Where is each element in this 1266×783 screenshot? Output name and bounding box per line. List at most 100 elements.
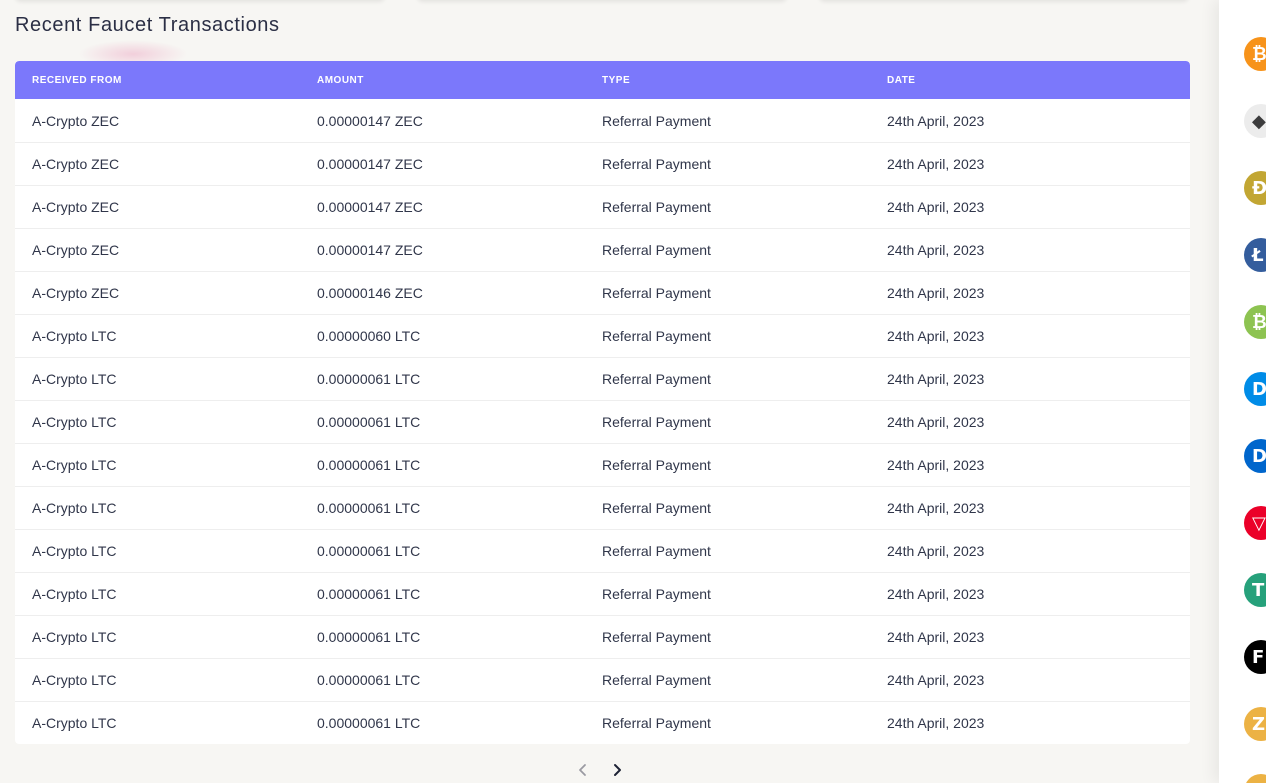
litecoin-icon[interactable]: Ł (1244, 238, 1266, 272)
cell-received-from: A-Crypto LTC (32, 457, 117, 473)
cell-amount: 0.00000061 LTC (317, 414, 421, 430)
pagination (575, 760, 625, 780)
cell-amount: 0.00000146 ZEC (317, 285, 423, 301)
cell-date: 24th April, 2023 (887, 715, 985, 731)
cell-amount: 0.00000147 ZEC (317, 242, 423, 258)
cell-received-from: A-Crypto LTC (32, 586, 117, 602)
table-row: A-Crypto ZEC 0.00000147 ZEC Referral Payme… (15, 228, 1190, 271)
cell-type: Referral Payment (602, 285, 711, 301)
cell-date: 24th April, 2023 (887, 285, 985, 301)
cell-date: 24th April, 2023 (887, 242, 985, 258)
table-row: A-Crypto LTC 0.00000061 LTC Referral Payme… (15, 529, 1190, 572)
table-row: A-Crypto ZEC 0.00000147 ZEC Referral Payme… (15, 99, 1190, 142)
cell-type: Referral Payment (602, 543, 711, 559)
cell-amount: 0.00000061 LTC (317, 629, 421, 645)
bitcoin-cash-icon[interactable]: ₿ (1244, 305, 1266, 339)
table-row: A-Crypto LTC 0.00000061 LTC Referral Payme… (15, 658, 1190, 701)
cell-type: Referral Payment (602, 629, 711, 645)
transactions-table: RECEIVED FROM AMOUNT TYPE DATE A-Crypto … (15, 61, 1190, 744)
chevron-left-icon (579, 764, 586, 776)
table-row: A-Crypto ZEC 0.00000147 ZEC Referral Payme… (15, 142, 1190, 185)
table-row: A-Crypto LTC 0.00000061 LTC Referral Payme… (15, 357, 1190, 400)
cell-amount: 0.00000147 ZEC (317, 199, 423, 215)
cell-received-from: A-Crypto LTC (32, 629, 117, 645)
cell-amount: 0.00000060 LTC (317, 328, 421, 344)
chevron-right-icon (614, 764, 621, 776)
cell-type: Referral Payment (602, 328, 711, 344)
zcash-icon[interactable]: Z (1244, 707, 1266, 741)
cell-received-from: A-Crypto LTC (32, 500, 117, 516)
column-header-received-from: RECEIVED FROM (32, 74, 122, 86)
cell-received-from: A-Crypto ZEC (32, 285, 120, 301)
dogecoin-icon[interactable]: Ð (1244, 171, 1266, 205)
cell-amount: 0.00000147 ZEC (317, 156, 423, 172)
table-body: A-Crypto ZEC 0.00000147 ZEC Referral Payme… (15, 99, 1190, 744)
cell-date: 24th April, 2023 (887, 112, 985, 129)
cell-date: 24th April, 2023 (887, 586, 985, 602)
table-row: A-Crypto ZEC 0.00000146 ZEC Referral Payme… (15, 271, 1190, 314)
cell-received-from: A-Crypto ZEC (32, 156, 120, 172)
cell-type: Referral Payment (602, 199, 711, 215)
table-row: A-Crypto LTC 0.00000061 LTC Referral Payme… (15, 400, 1190, 443)
cell-type: Referral Payment (602, 715, 711, 731)
cell-received-from: A-Crypto ZEC (32, 112, 120, 129)
cell-received-from: A-Crypto LTC (32, 715, 117, 731)
table-row: A-Crypto ZEC 0.00000147 ZEC Referral Payme… (15, 185, 1190, 228)
cell-received-from: A-Crypto LTC (32, 371, 117, 387)
cell-amount: 0.00000061 LTC (317, 500, 421, 516)
dash-icon[interactable]: D (1244, 372, 1266, 406)
cell-date: 24th April, 2023 (887, 199, 985, 215)
table-row: A-Crypto LTC 0.00000061 LTC Referral Payme… (15, 443, 1190, 486)
cell-date: 24th April, 2023 (887, 328, 985, 344)
table-row: A-Crypto LTC 0.00000060 LTC Referral Payme… (15, 314, 1190, 357)
table-header: RECEIVED FROM AMOUNT TYPE DATE (15, 61, 1190, 99)
cell-received-from: A-Crypto LTC (32, 543, 117, 559)
cell-date: 24th April, 2023 (887, 672, 985, 688)
cell-date: 24th April, 2023 (887, 371, 985, 387)
bitcoin-icon[interactable]: ₿ (1244, 37, 1266, 71)
cell-date: 24th April, 2023 (887, 629, 985, 645)
cell-amount: 0.00000061 LTC (317, 371, 421, 387)
cell-type: Referral Payment (602, 371, 711, 387)
prev-page-button[interactable] (575, 760, 591, 780)
cell-type: Referral Payment (602, 112, 711, 129)
cell-received-from: A-Crypto ZEC (32, 199, 120, 215)
cell-type: Referral Payment (602, 156, 711, 172)
cell-amount: 0.00000147 ZEC (317, 112, 423, 129)
table-row: A-Crypto LTC 0.00000061 LTC Referral Payme… (15, 615, 1190, 658)
cell-type: Referral Payment (602, 414, 711, 430)
section-title: Recent Faucet Transactions (15, 14, 280, 36)
table-row: A-Crypto LTC 0.00000061 LTC Referral Payme… (15, 572, 1190, 615)
cell-type: Referral Payment (602, 242, 711, 258)
cell-amount: 0.00000061 LTC (317, 715, 421, 731)
cell-amount: 0.00000061 LTC (317, 543, 421, 559)
table-row: A-Crypto LTC 0.00000061 LTC Referral Payme… (15, 486, 1190, 529)
column-header-amount: AMOUNT (317, 74, 364, 86)
cell-received-from: A-Crypto ZEC (32, 242, 120, 258)
coin-sidebar: ₿ ◆ Ð Ł ₿ D D ▽ T F Z (1219, 0, 1266, 783)
tether-icon[interactable]: T (1244, 573, 1266, 607)
digibyte-icon[interactable]: D (1244, 439, 1266, 473)
tron-icon[interactable]: ▽ (1244, 506, 1266, 540)
cell-type: Referral Payment (602, 586, 711, 602)
table-row: A-Crypto LTC 0.00000061 LTC Referral Payme… (15, 701, 1190, 744)
ethereum-icon[interactable]: ◆ (1244, 104, 1266, 138)
next-page-button[interactable] (609, 760, 625, 780)
cell-received-from: A-Crypto LTC (32, 672, 117, 688)
cell-date: 24th April, 2023 (887, 500, 985, 516)
cell-date: 24th April, 2023 (887, 457, 985, 473)
cell-amount: 0.00000061 LTC (317, 457, 421, 473)
cell-amount: 0.00000061 LTC (317, 586, 421, 602)
cell-amount: 0.00000061 LTC (317, 672, 421, 688)
cell-date: 24th April, 2023 (887, 543, 985, 559)
cell-type: Referral Payment (602, 672, 711, 688)
cell-date: 24th April, 2023 (887, 414, 985, 430)
feyorra-icon[interactable]: F (1244, 640, 1266, 674)
column-header-type: TYPE (602, 74, 631, 86)
cell-date: 24th April, 2023 (887, 156, 985, 172)
column-header-date: DATE (887, 74, 916, 86)
cell-received-from: A-Crypto LTC (32, 328, 117, 344)
coin-icon[interactable] (1244, 774, 1266, 783)
cell-type: Referral Payment (602, 457, 711, 473)
cell-type: Referral Payment (602, 500, 711, 516)
